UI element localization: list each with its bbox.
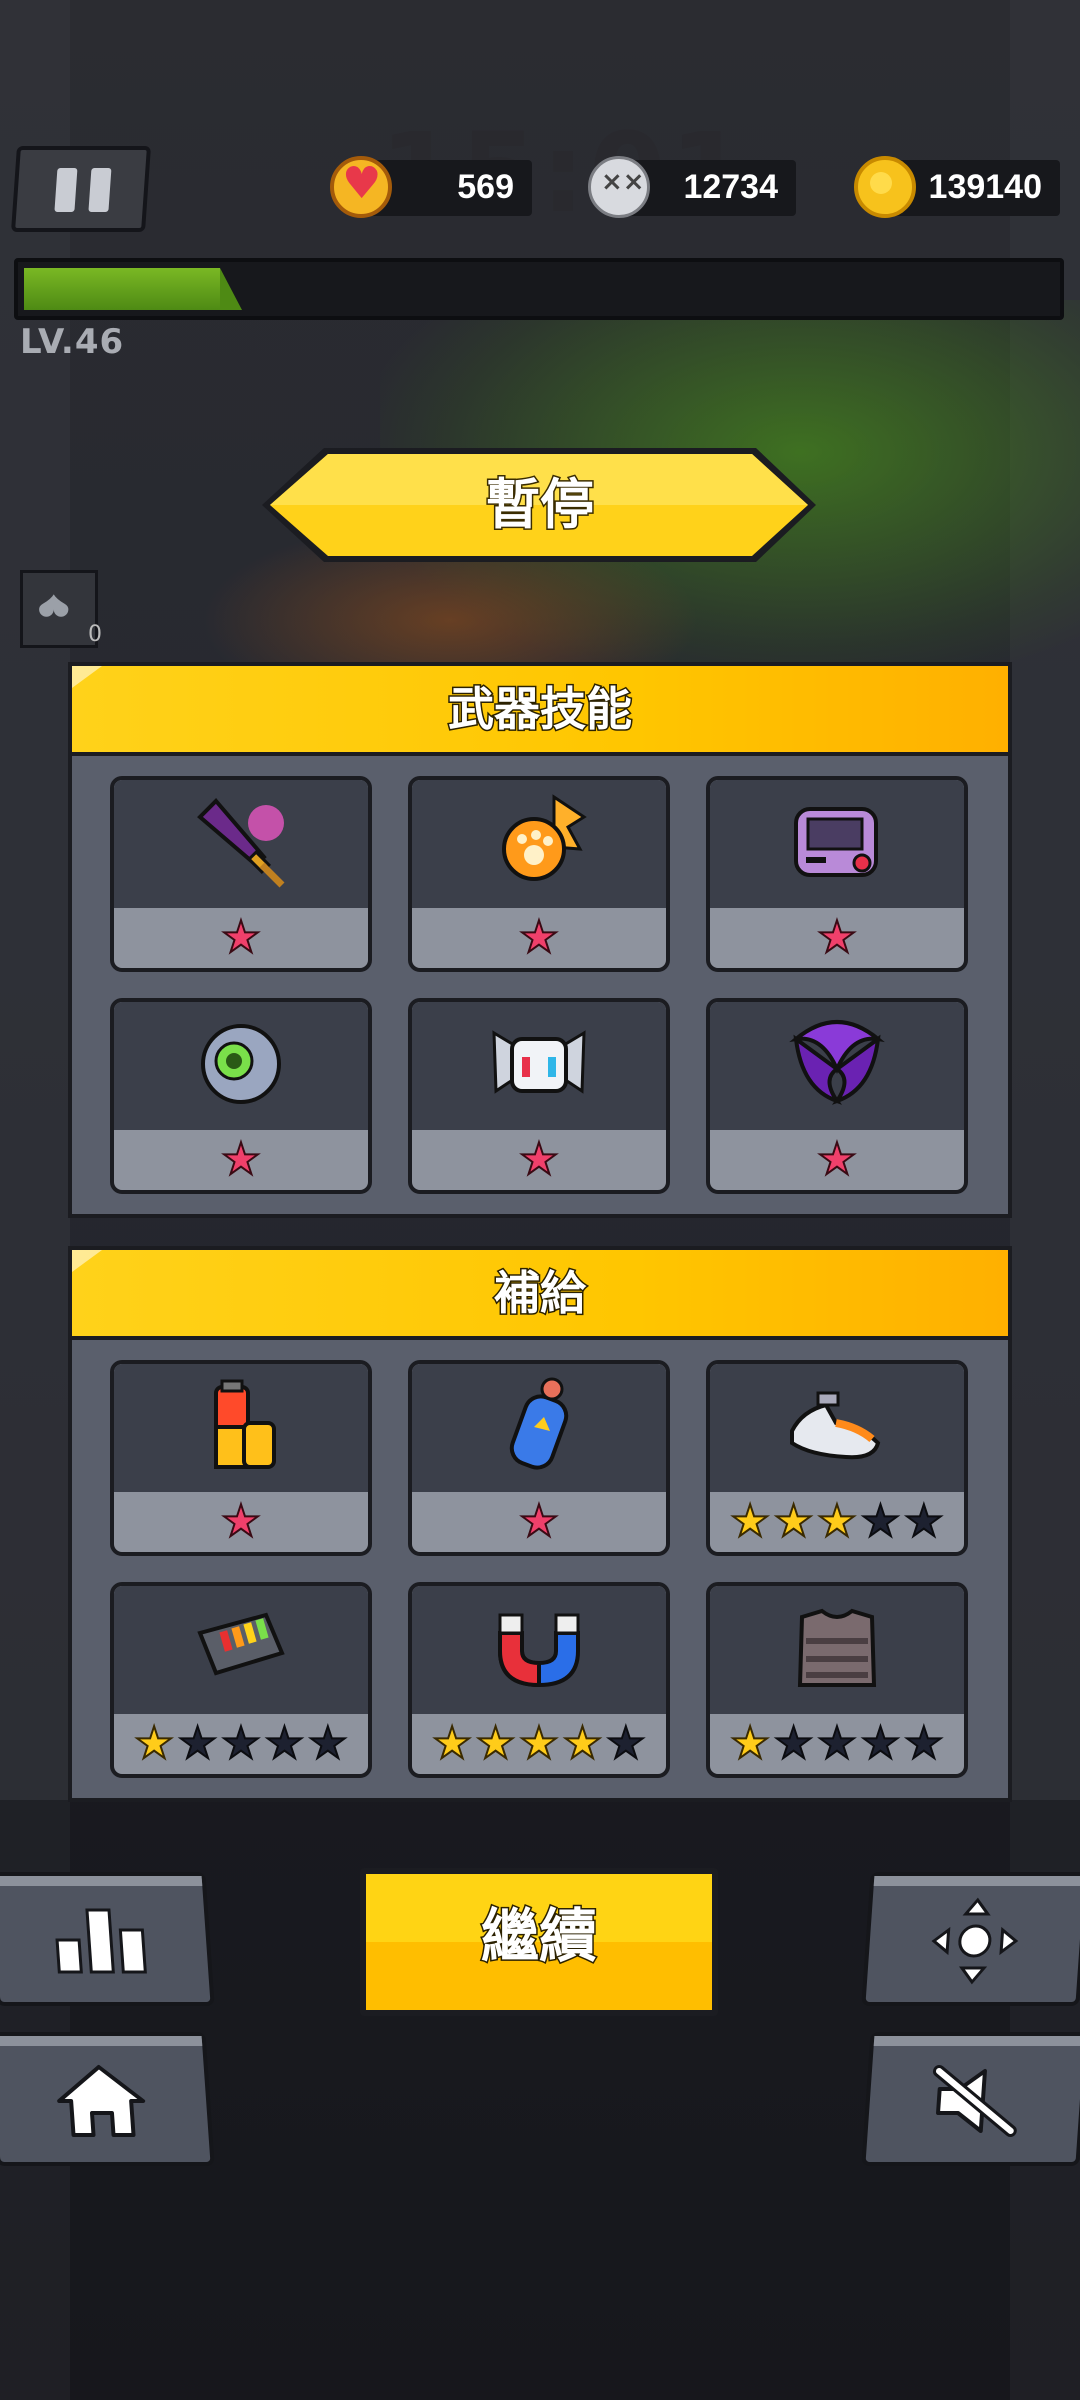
continue-button[interactable]: 繼續 — [360, 1868, 718, 2016]
gold-star-icon: ★ — [562, 1718, 603, 1769]
level-label: LV.46 — [20, 322, 125, 362]
xp-bar — [14, 258, 1064, 320]
gold-star-icon: ★ — [729, 1718, 770, 1769]
battery-cans-icon — [186, 1371, 296, 1485]
empty-star-icon: ★ — [605, 1718, 646, 1769]
supply-panel: 補給 ★ ★ ★ ★ ★ ★ ★ ★ ★ ★ ★ ★ ★ ★ ★ ★ ★ ★ ★ ★ ★ ★ — [68, 1246, 1012, 1802]
weapon-skill-slot[interactable]: ★ — [110, 998, 372, 1194]
purple-boomerang-icon — [782, 1009, 892, 1123]
armor-vest-icon — [782, 1593, 892, 1707]
star-rating: ★ — [710, 908, 964, 968]
pause-button[interactable] — [10, 146, 152, 232]
magnet-icon — [484, 1593, 594, 1707]
home-icon — [57, 2065, 146, 2137]
stats-chart-icon — [55, 1908, 147, 1974]
star-rating: ★ — [114, 1492, 368, 1552]
continue-label: 繼續 — [479, 1901, 598, 1972]
flaming-paw-meteor-icon — [484, 787, 594, 901]
sneaker-icon — [782, 1371, 892, 1485]
mute-button[interactable] — [861, 2032, 1080, 2166]
gold-star-icon: ★ — [729, 1496, 770, 1547]
eyeball-orb-icon — [186, 1009, 296, 1123]
gold-star-icon: ★ — [773, 1496, 814, 1547]
weapon-skill-slot[interactable]: ★ — [706, 776, 968, 972]
weapon-skill-slot[interactable]: ★ — [110, 776, 372, 972]
pause-icon — [54, 168, 78, 212]
empty-star-icon: ★ — [860, 1496, 901, 1547]
pause-banner: 暫停 — [262, 446, 818, 564]
crystal-sword-icon — [186, 787, 296, 901]
handheld-console-icon — [782, 787, 892, 901]
gold-star-icon: ★ — [133, 1718, 174, 1769]
star-rating: ★ — [710, 1130, 964, 1190]
skill-slot-count: 0 — [88, 622, 102, 647]
pause-title: 暫停 — [485, 472, 596, 538]
star-rating: ★ — [412, 1130, 666, 1190]
star-rating: ★ ★ ★ ★ ★ — [710, 1714, 964, 1774]
star-rating: ★ — [114, 1130, 368, 1190]
coins-value: 139140 — [928, 168, 1042, 206]
spray-canister-icon — [484, 1371, 594, 1485]
empty-star-icon: ★ — [220, 1718, 261, 1769]
robot-drone-icon — [484, 1009, 594, 1123]
controls-button[interactable] — [861, 1872, 1080, 2006]
star-rating: ★ ★ ★ ★ ★ — [412, 1714, 666, 1774]
coin-icon — [854, 156, 916, 218]
pink-star-icon: ★ — [220, 1134, 261, 1185]
skill-slot-icon — [20, 570, 98, 648]
home-button[interactable] — [0, 2032, 215, 2166]
weapon-skill-slot[interactable]: ★ — [408, 776, 670, 972]
weapon-skills-header: 武器技能 — [72, 666, 1008, 756]
energy-cell-icon — [186, 1593, 296, 1707]
coins-counter: 139140 — [854, 156, 1060, 218]
gold-star-icon: ★ — [431, 1718, 472, 1769]
dpad-icon — [931, 1897, 1019, 1985]
supply-item-slot[interactable]: ★ ★ ★ ★ ★ — [408, 1582, 670, 1778]
empty-star-icon: ★ — [860, 1718, 901, 1769]
empty-star-icon: ★ — [307, 1718, 348, 1769]
supply-item-slot[interactable]: ★ — [408, 1360, 670, 1556]
supply-item-slot[interactable]: ★ — [110, 1360, 372, 1556]
empty-star-icon: ★ — [773, 1718, 814, 1769]
weapon-skill-slot[interactable]: ★ — [706, 998, 968, 1194]
supply-title: 補給 — [493, 1265, 588, 1322]
star-rating: ★ ★ ★ ★ ★ — [710, 1492, 964, 1552]
star-rating: ★ — [412, 908, 666, 968]
stats-button[interactable] — [0, 1872, 215, 2006]
pink-star-icon: ★ — [518, 1134, 559, 1185]
empty-star-icon: ★ — [177, 1718, 218, 1769]
weapon-skills-panel: 武器技能 ★ ★ ★ ★ ★ ★ — [68, 662, 1012, 1218]
lives-counter: 569 — [330, 156, 532, 218]
pink-star-icon: ★ — [518, 912, 559, 963]
kills-counter: 12734 — [588, 156, 796, 218]
gold-star-icon: ★ — [518, 1718, 559, 1769]
pink-star-icon: ★ — [816, 912, 857, 963]
pink-star-icon: ★ — [518, 1496, 559, 1547]
pink-star-icon: ★ — [816, 1134, 857, 1185]
empty-star-icon: ★ — [816, 1718, 857, 1769]
star-rating: ★ ★ ★ ★ ★ — [114, 1714, 368, 1774]
pink-star-icon: ★ — [220, 912, 261, 963]
kills-value: 12734 — [683, 168, 778, 206]
gold-star-icon: ★ — [475, 1718, 516, 1769]
pink-star-icon: ★ — [220, 1496, 261, 1547]
supply-item-slot[interactable]: ★ ★ ★ ★ ★ — [706, 1582, 968, 1778]
sound-off-icon — [932, 2065, 1017, 2137]
skull-icon — [588, 156, 650, 218]
heart-icon — [330, 156, 392, 218]
weapon-skills-title: 武器技能 — [447, 681, 634, 738]
supply-header: 補給 — [72, 1250, 1008, 1340]
star-rating: ★ — [412, 1492, 666, 1552]
supply-item-slot[interactable]: ★ ★ ★ ★ ★ — [706, 1360, 968, 1556]
empty-star-icon: ★ — [903, 1718, 944, 1769]
star-rating: ★ — [114, 908, 368, 968]
xp-bar-fill — [24, 268, 242, 310]
gold-star-icon: ★ — [816, 1496, 857, 1547]
supply-item-slot[interactable]: ★ ★ ★ ★ ★ — [110, 1582, 372, 1778]
weapon-skill-slot[interactable]: ★ — [408, 998, 670, 1194]
empty-star-icon: ★ — [903, 1496, 944, 1547]
empty-star-icon: ★ — [264, 1718, 305, 1769]
lives-value: 569 — [457, 168, 514, 206]
